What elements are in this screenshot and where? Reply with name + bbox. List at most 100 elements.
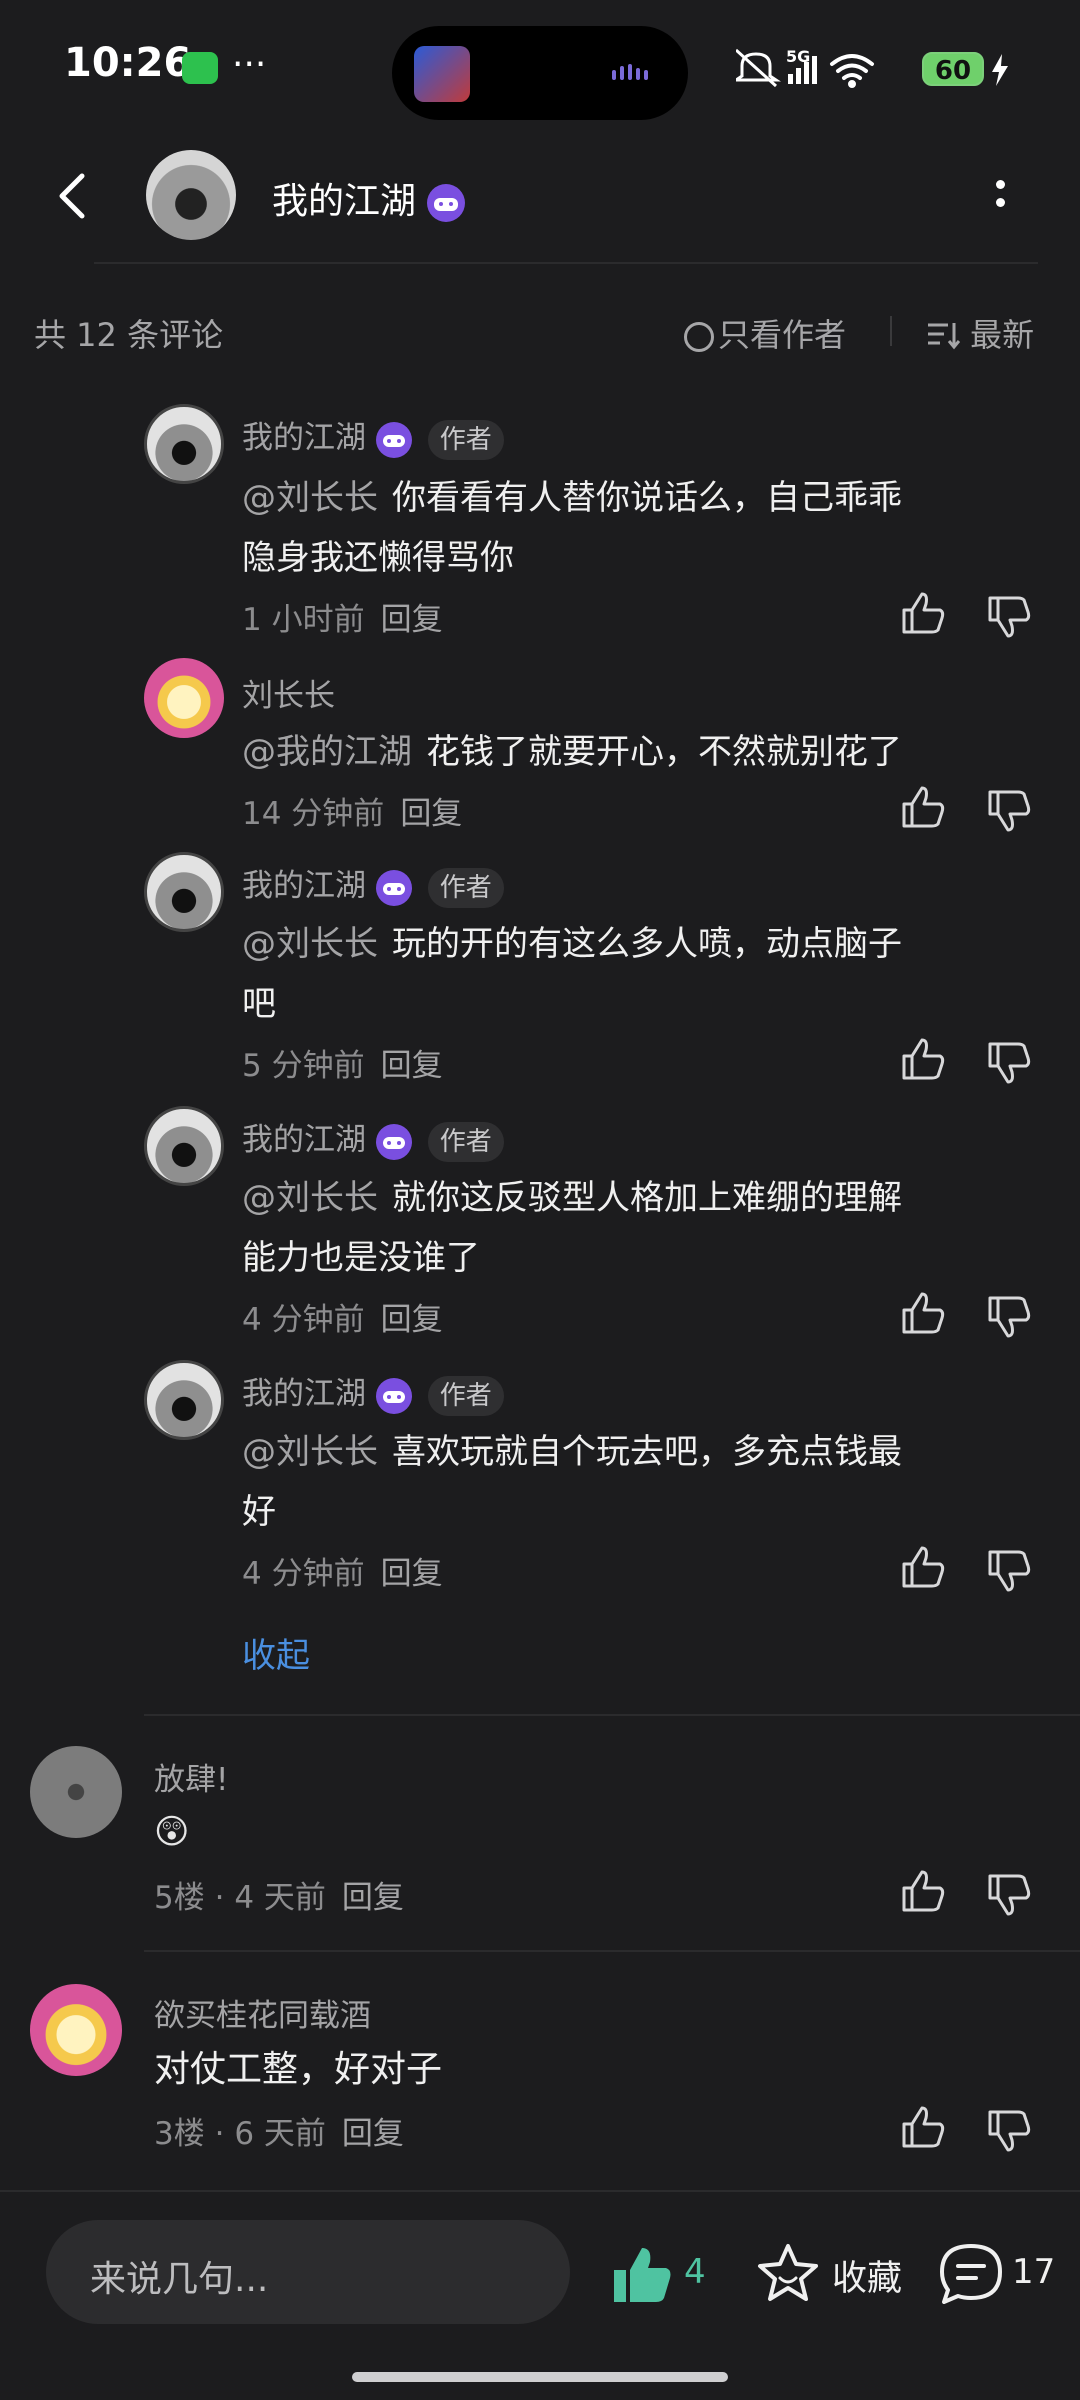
charging-icon — [992, 54, 1008, 86]
sort-newest-button[interactable]: 最新 — [926, 310, 1034, 356]
status-icons: 5G — [736, 47, 874, 88]
reply-meta: 5 分钟前 回复 — [242, 1040, 443, 1085]
thumb-down-icon[interactable] — [986, 1294, 1032, 1340]
thumb-up-icon[interactable] — [900, 1036, 946, 1082]
like-count: 4 — [684, 2252, 706, 2292]
reply-text-line: 能力也是没谁了 — [242, 1238, 480, 1278]
like-button-icon[interactable] — [610, 2242, 674, 2306]
game-badge-icon — [375, 869, 412, 906]
wechat-notification-icon — [182, 52, 218, 84]
collapse-replies-button[interactable]: 收起 — [242, 1628, 310, 1677]
divider — [94, 262, 1038, 264]
comment-author-name[interactable]: 放肆! — [154, 1754, 228, 1799]
meta-dot: · — [214, 1880, 225, 1916]
avatar[interactable] — [144, 404, 224, 484]
radio-circle-icon — [684, 322, 714, 352]
thumb-down-icon[interactable] — [986, 594, 1032, 640]
floor-number: 5楼 — [154, 1880, 205, 1916]
reply-author[interactable]: 我的江湖 作者 — [242, 412, 504, 460]
thumb-up-icon[interactable] — [900, 590, 946, 636]
reply-button[interactable]: 回复 — [381, 602, 443, 638]
timestamp: 4 分钟前 — [242, 1556, 365, 1592]
only-author-toggle[interactable]: 只看作者 — [684, 310, 846, 356]
audio-visualizer-icon — [612, 64, 660, 80]
reply-button[interactable]: 回复 — [381, 1048, 443, 1084]
author-tag: 作者 — [427, 419, 504, 460]
star-icon[interactable] — [756, 2242, 820, 2304]
comment-count: 共 12 条评论 — [34, 316, 224, 354]
author-avatar[interactable] — [146, 150, 236, 240]
thumb-up-icon[interactable] — [900, 1868, 946, 1914]
thumb-down-icon[interactable] — [986, 1548, 1032, 1594]
reply-meta: 14 分钟前 回复 — [242, 788, 462, 833]
reply-author-name: 我的江湖 — [242, 420, 366, 456]
reply-text: @我的江湖 花钱了就要开心，不然就别花了 — [242, 722, 902, 782]
reply-author[interactable]: 我的江湖 作者 — [242, 1368, 504, 1416]
avatar[interactable] — [144, 852, 224, 932]
reply-text: @刘长长 就你这反驳型人格加上难绷的理解 — [242, 1168, 902, 1228]
reply-author-name: 我的江湖 — [242, 1376, 366, 1412]
comment-meta: 5楼 · 4 天前 回复 — [154, 1872, 404, 1917]
thumb-down-icon[interactable] — [986, 1040, 1032, 1086]
reply-button[interactable]: 回复 — [381, 1302, 443, 1338]
timestamp: 6 天前 — [234, 2116, 326, 2152]
thumb-down-icon[interactable] — [986, 788, 1032, 834]
favorite-label[interactable]: 收藏 — [832, 2250, 902, 2301]
reply-button[interactable]: 回复 — [381, 1556, 443, 1592]
timestamp: 5 分钟前 — [242, 1048, 365, 1084]
mention[interactable]: @刘长长 — [242, 478, 378, 518]
comment-text: 对仗工整，好对子 — [154, 2049, 443, 2090]
reply-author-name[interactable]: 刘长长 — [242, 670, 335, 715]
author-tag: 作者 — [427, 1121, 504, 1162]
thumb-up-icon[interactable] — [900, 1544, 946, 1590]
back-arrow-icon[interactable] — [56, 172, 88, 220]
thumb-down-icon[interactable] — [986, 1872, 1032, 1918]
avatar[interactable] — [144, 1106, 224, 1186]
reply-meta: 4 分钟前 回复 — [242, 1294, 443, 1339]
thumb-up-icon[interactable] — [900, 2104, 946, 2150]
timestamp: 14 分钟前 — [242, 796, 385, 832]
comment-input-placeholder: 来说几句... — [90, 2259, 269, 2300]
thumb-down-icon[interactable] — [986, 2108, 1032, 2154]
header-title-wrap[interactable]: 我的江湖 — [272, 172, 466, 224]
reply-text: @刘长长 玩的开的有这么多人喷，动点脑子 — [242, 914, 902, 974]
comment-meta: 3楼 · 6 天前 回复 — [154, 2108, 404, 2153]
author-tag: 作者 — [427, 867, 504, 908]
reply-text-line: 吧 — [242, 984, 276, 1024]
mention[interactable]: @刘长长 — [242, 924, 378, 964]
reply-text-line: 你看看有人替你说话么，自己乖乖 — [392, 478, 902, 518]
mention[interactable]: @我的江湖 — [242, 732, 412, 772]
divider — [144, 1950, 1080, 1952]
avatar[interactable] — [30, 1746, 122, 1838]
reply-author[interactable]: 我的江湖 作者 — [242, 1114, 504, 1162]
reply-author[interactable]: 我的江湖 作者 — [242, 860, 504, 908]
sort-label: 最新 — [970, 316, 1035, 354]
status-time: 10:26 — [64, 40, 192, 86]
comment-author-name[interactable]: 欲买桂花同载酒 — [154, 1990, 371, 2035]
reply-text-line: 就你这反驳型人格加上难绷的理解 — [392, 1178, 902, 1218]
reply-button[interactable]: 回复 — [400, 796, 462, 832]
reply-text-line: 玩的开的有这么多人喷，动点脑子 — [392, 924, 902, 964]
page-title: 我的江湖 — [272, 181, 417, 222]
battery-indicator: 60 — [922, 52, 984, 86]
home-indicator[interactable] — [352, 2372, 728, 2382]
more-icon[interactable] — [996, 180, 1006, 216]
reply-button[interactable]: 回复 — [342, 2116, 404, 2152]
avatar[interactable] — [30, 1984, 122, 2076]
thumb-up-icon[interactable] — [900, 1290, 946, 1336]
avatar[interactable] — [144, 1360, 224, 1440]
thumb-up-icon[interactable] — [900, 784, 946, 830]
mention[interactable]: @刘长长 — [242, 1432, 378, 1472]
comment-icon[interactable] — [938, 2242, 1004, 2304]
comment-total-count: 17 — [1012, 2252, 1056, 2292]
mention[interactable]: @刘长长 — [242, 1178, 378, 1218]
timestamp: 4 天前 — [234, 1880, 326, 1916]
emoji-sticker: 😲 — [154, 1812, 190, 1852]
reply-text-line: 花钱了就要开心，不然就别花了 — [426, 732, 902, 772]
meta-dot: · — [214, 2116, 225, 2152]
game-badge-icon — [375, 1377, 412, 1414]
avatar[interactable] — [144, 658, 224, 738]
reply-text-line: 隐身我还懒得骂你 — [242, 538, 514, 578]
reply-button[interactable]: 回复 — [342, 1880, 404, 1916]
reply-text-line: 好 — [242, 1492, 276, 1532]
